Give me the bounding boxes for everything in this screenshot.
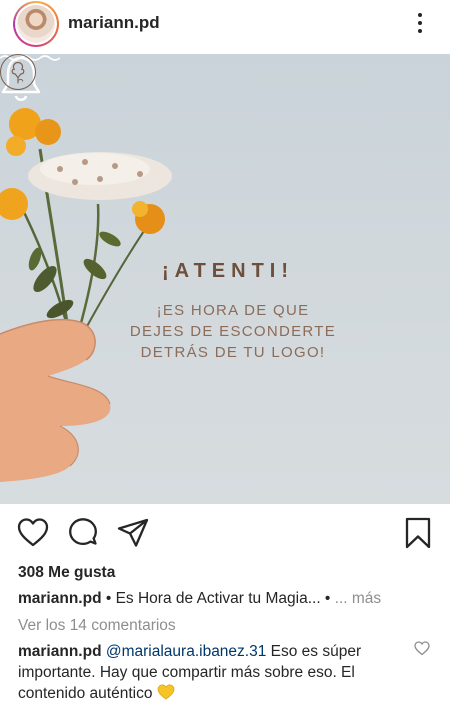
rose-logo-icon [0, 54, 36, 90]
yellow-heart-icon [157, 684, 175, 700]
more-vertical-icon[interactable] [410, 10, 430, 36]
action-bar [0, 512, 450, 556]
caption-username[interactable]: mariann.pd [18, 590, 102, 607]
post-header: mariann.pd [0, 0, 450, 52]
comment-icon[interactable] [66, 516, 100, 550]
caption-text: • Es Hora de Activar tu Magia... • [101, 590, 331, 607]
comment-mention[interactable]: @marialaura.ibanez.31 [106, 643, 267, 660]
post-caption: mariann.pd • Es Hora de Activar tu Magia… [18, 590, 438, 608]
bookmark-icon[interactable] [401, 516, 435, 550]
heart-outline-icon[interactable] [16, 516, 50, 550]
likes-count[interactable]: 308 Me gusta [18, 564, 115, 582]
message-line: ¡ES HORA DE QUE [156, 302, 310, 319]
post-username[interactable]: mariann.pd [68, 13, 160, 33]
avatar-photo [17, 5, 55, 43]
paper-plane-icon[interactable] [116, 516, 150, 550]
view-comments-link[interactable]: Ver los 14 comentarios [18, 617, 176, 635]
message-line: DETRÁS DE TU LOGO! [140, 344, 326, 361]
caption-more-link[interactable]: ... más [330, 590, 382, 607]
comment-username[interactable]: mariann.pd [18, 643, 102, 660]
post-message: ¡ES HORA DE QUE DEJES DE ESCONDERTE DETR… [88, 300, 378, 363]
message-line: DEJES DE ESCONDERTE [129, 323, 337, 340]
heart-outline-small-icon[interactable] [414, 641, 430, 656]
post-headline: ¡ATENTI! [161, 260, 295, 282]
comment-item: mariann.pd @marialaura.ibanez.31 Eso es … [18, 641, 418, 704]
post-image[interactable]: ¡ATENTI! ¡ES HORA DE QUE DEJES DE ESCOND… [0, 54, 450, 504]
avatar[interactable] [13, 1, 59, 47]
